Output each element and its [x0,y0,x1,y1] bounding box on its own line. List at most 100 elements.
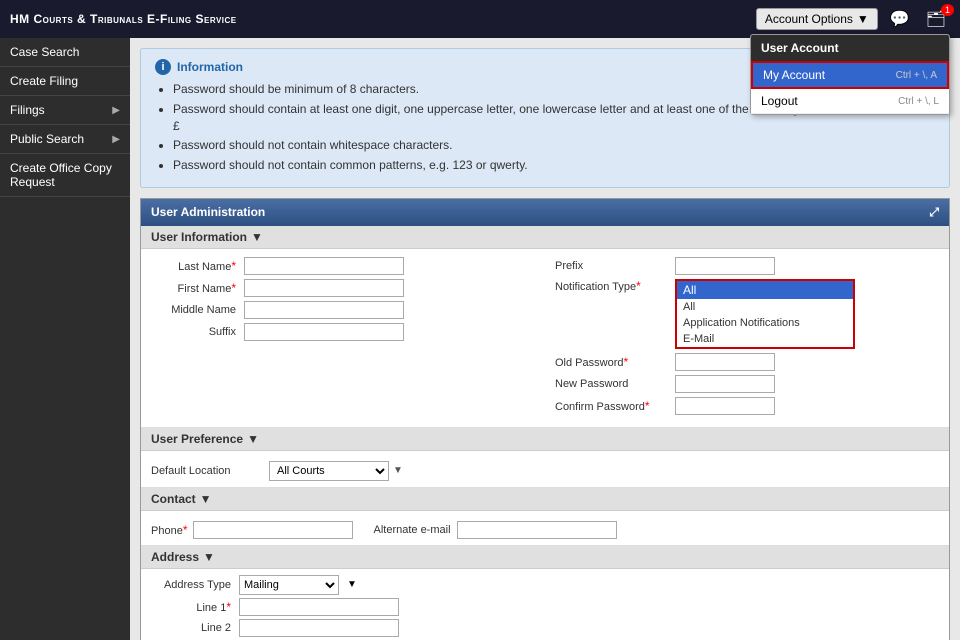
notification-type-dropdown[interactable]: All All Application Notifications E-Mail [675,279,855,349]
contact-section: Phone* Alternate e-mail [141,511,949,546]
phone-input[interactable] [193,521,353,539]
expand-icon[interactable]: ⤢ [929,205,939,220]
layout: Case Search Create Filing Filings ▶ Publ… [0,38,960,640]
address-type-row: Address Type Mailing Billing Other ▼ [151,575,939,595]
contact-row: Phone* Alternate e-mail [151,521,939,539]
middle-name-label: Middle Name [151,304,236,316]
last-name-label: Last Name* [151,259,236,273]
notification-type-label: Notification Type* [555,279,675,293]
first-name-label: First Name* [151,281,236,295]
info-item: Password should not contain whitespace c… [173,137,935,154]
confirm-password-input[interactable] [675,397,775,415]
confirm-password-label: Confirm Password* [555,399,675,413]
line2-row: Line 2 [151,619,939,637]
account-options-label: Account Options [765,12,853,26]
default-location-label: Default Location [151,465,261,477]
suffix-row: Suffix [151,323,535,341]
sidebar-item-case-search[interactable]: Case Search [0,38,130,67]
collapse-arrow-icon[interactable]: ▼ [247,432,259,446]
sidebar-item-public-search[interactable]: Public Search ▶ [0,125,130,154]
panel-header: User Administration ⤢ [141,199,949,226]
notif-option-app[interactable]: Application Notifications [677,315,853,331]
address-section-header: Address ▼ [141,546,949,569]
notif-option-all[interactable]: All [677,299,853,315]
new-password-input[interactable] [675,375,775,393]
contact-label: Contact [151,492,196,506]
prefix-row: Prefix [555,257,939,275]
info-icon: i [155,59,171,75]
alt-email-input[interactable] [457,521,617,539]
sidebar-label: Create Filing [10,74,78,88]
old-password-input[interactable] [675,353,775,371]
phone-field: Phone* [151,521,353,539]
address-type-label: Address Type [151,579,231,591]
user-info-left: Last Name* First Name* Middle Name [151,257,535,419]
logout-item[interactable]: Logout Ctrl + \, L [751,89,949,114]
sidebar-item-filings[interactable]: Filings ▶ [0,96,130,125]
my-account-item[interactable]: My Account Ctrl + \, A [751,61,949,89]
line1-row: Line 1* [151,598,939,616]
first-name-input[interactable] [244,279,404,297]
notification-type-row: Notification Type* All All Application N… [555,279,939,349]
confirm-password-row: Confirm Password* [555,397,939,415]
suffix-input[interactable] [244,323,404,341]
address-type-select[interactable]: Mailing Billing Other [239,575,339,595]
notification-type-header: All [677,281,853,299]
line1-label: Line 1* [151,600,231,614]
middle-name-row: Middle Name [151,301,535,319]
user-account-title: User Account [751,35,949,61]
alt-email-field: Alternate e-mail [373,521,616,539]
middle-name-input[interactable] [244,301,404,319]
basket-badge: 1 [941,4,954,16]
sidebar-item-create-office-copy[interactable]: Create Office Copy Request [0,154,130,197]
address-label: Address [151,550,199,564]
chevron-right-icon: ▶ [112,134,120,145]
contact-section-header: Contact ▼ [141,488,949,511]
account-options-button[interactable]: Account Options ▼ [756,8,878,30]
line2-input[interactable] [239,619,399,637]
old-password-row: Old Password* [555,353,939,371]
collapse-arrow-icon[interactable]: ▼ [200,492,212,506]
sidebar-label: Public Search [10,132,84,146]
last-name-input[interactable] [244,257,404,275]
user-preference-section-header: User Preference ▼ [141,428,949,451]
my-account-shortcut: Ctrl + \, A [896,70,937,81]
new-password-label: New Password [555,378,675,390]
user-info-section-header: User Information ▼ [141,226,949,249]
default-location-select[interactable]: All Courts London Manchester [269,461,389,481]
main-content: i Information Password should be minimum… [130,38,960,640]
collapse-arrow-icon[interactable]: ▼ [203,550,215,564]
line2-label: Line 2 [151,622,231,634]
messages-button[interactable]: 💬 [886,7,914,31]
sidebar-label: Case Search [10,45,79,59]
default-location-row: Default Location All Courts London Manch… [151,461,939,481]
phone-label: Phone* [151,523,187,537]
user-account-dropdown: User Account My Account Ctrl + \, A Logo… [750,34,950,115]
top-bar-actions: Account Options ▼ 💬 🗂 1 [756,7,950,31]
notif-option-email[interactable]: E-Mail [677,331,853,347]
info-item: Password should not contain common patte… [173,157,935,174]
panel-body: User Information ▼ Last Name* First Name… [141,226,949,640]
top-bar: HM Courts & Tribunals E-Filing Service A… [0,0,960,38]
notification-selected: All [683,283,696,297]
suffix-label: Suffix [151,326,236,338]
line1-input[interactable] [239,598,399,616]
collapse-arrow-icon[interactable]: ▼ [251,230,263,244]
prefix-input[interactable] [675,257,775,275]
dropdown-arrow-icon: ▼ [857,12,869,26]
first-name-row: First Name* [151,279,535,297]
logout-label: Logout [761,94,798,108]
user-info-right: Prefix Notification Type* All All [535,257,939,419]
chevron-right-icon: ▶ [112,105,120,116]
basket-button[interactable]: 🗂 1 [922,7,950,31]
prefix-label: Prefix [555,260,675,272]
user-preference-section: Default Location All Courts London Manch… [141,451,949,488]
logout-shortcut: Ctrl + \, L [898,96,939,107]
last-name-row: Last Name* [151,257,535,275]
old-password-label: Old Password* [555,355,675,369]
alt-email-label: Alternate e-mail [373,524,450,536]
user-info-label: User Information [151,230,247,244]
panel-title: User Administration [151,205,265,219]
sidebar-item-create-filing[interactable]: Create Filing [0,67,130,96]
address-section: Address Type Mailing Billing Other ▼ Lin… [141,569,949,640]
